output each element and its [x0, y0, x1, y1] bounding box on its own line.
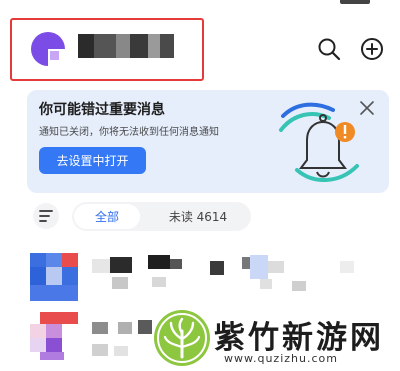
filter-icon[interactable] — [33, 203, 59, 229]
search-icon[interactable] — [317, 37, 341, 61]
user-name-redacted — [78, 34, 174, 58]
notification-banner: 你可能错过重要消息 通知已关闭，你将无法收到任何消息通知 去设置中打开 — [27, 90, 389, 193]
watermark-url: www.quzizhu.com — [224, 352, 338, 365]
list-item-thumbnail[interactable] — [30, 312, 78, 360]
tab-unread[interactable]: 未读 4614 — [150, 204, 246, 229]
message-tabs: 全部 未读 4614 — [72, 202, 251, 231]
open-settings-button[interactable]: 去设置中打开 — [39, 147, 146, 174]
status-bar — [0, 0, 400, 8]
watermark-title: 紫竹新游网 — [214, 320, 384, 356]
status-icons — [340, 0, 370, 4]
banner-subtitle: 通知已关闭，你将无法收到任何消息通知 — [39, 127, 219, 138]
close-icon[interactable] — [359, 100, 375, 116]
add-circle-icon[interactable] — [360, 37, 384, 61]
bell-illustration-icon — [279, 102, 359, 183]
tab-all[interactable]: 全部 — [74, 204, 140, 229]
list-item-text-redacted — [92, 255, 362, 295]
banner-title: 你可能错过重要消息 — [39, 102, 165, 118]
watermark-logo — [154, 310, 210, 366]
avatar[interactable] — [30, 31, 66, 67]
list-item-thumbnail[interactable] — [30, 253, 78, 301]
